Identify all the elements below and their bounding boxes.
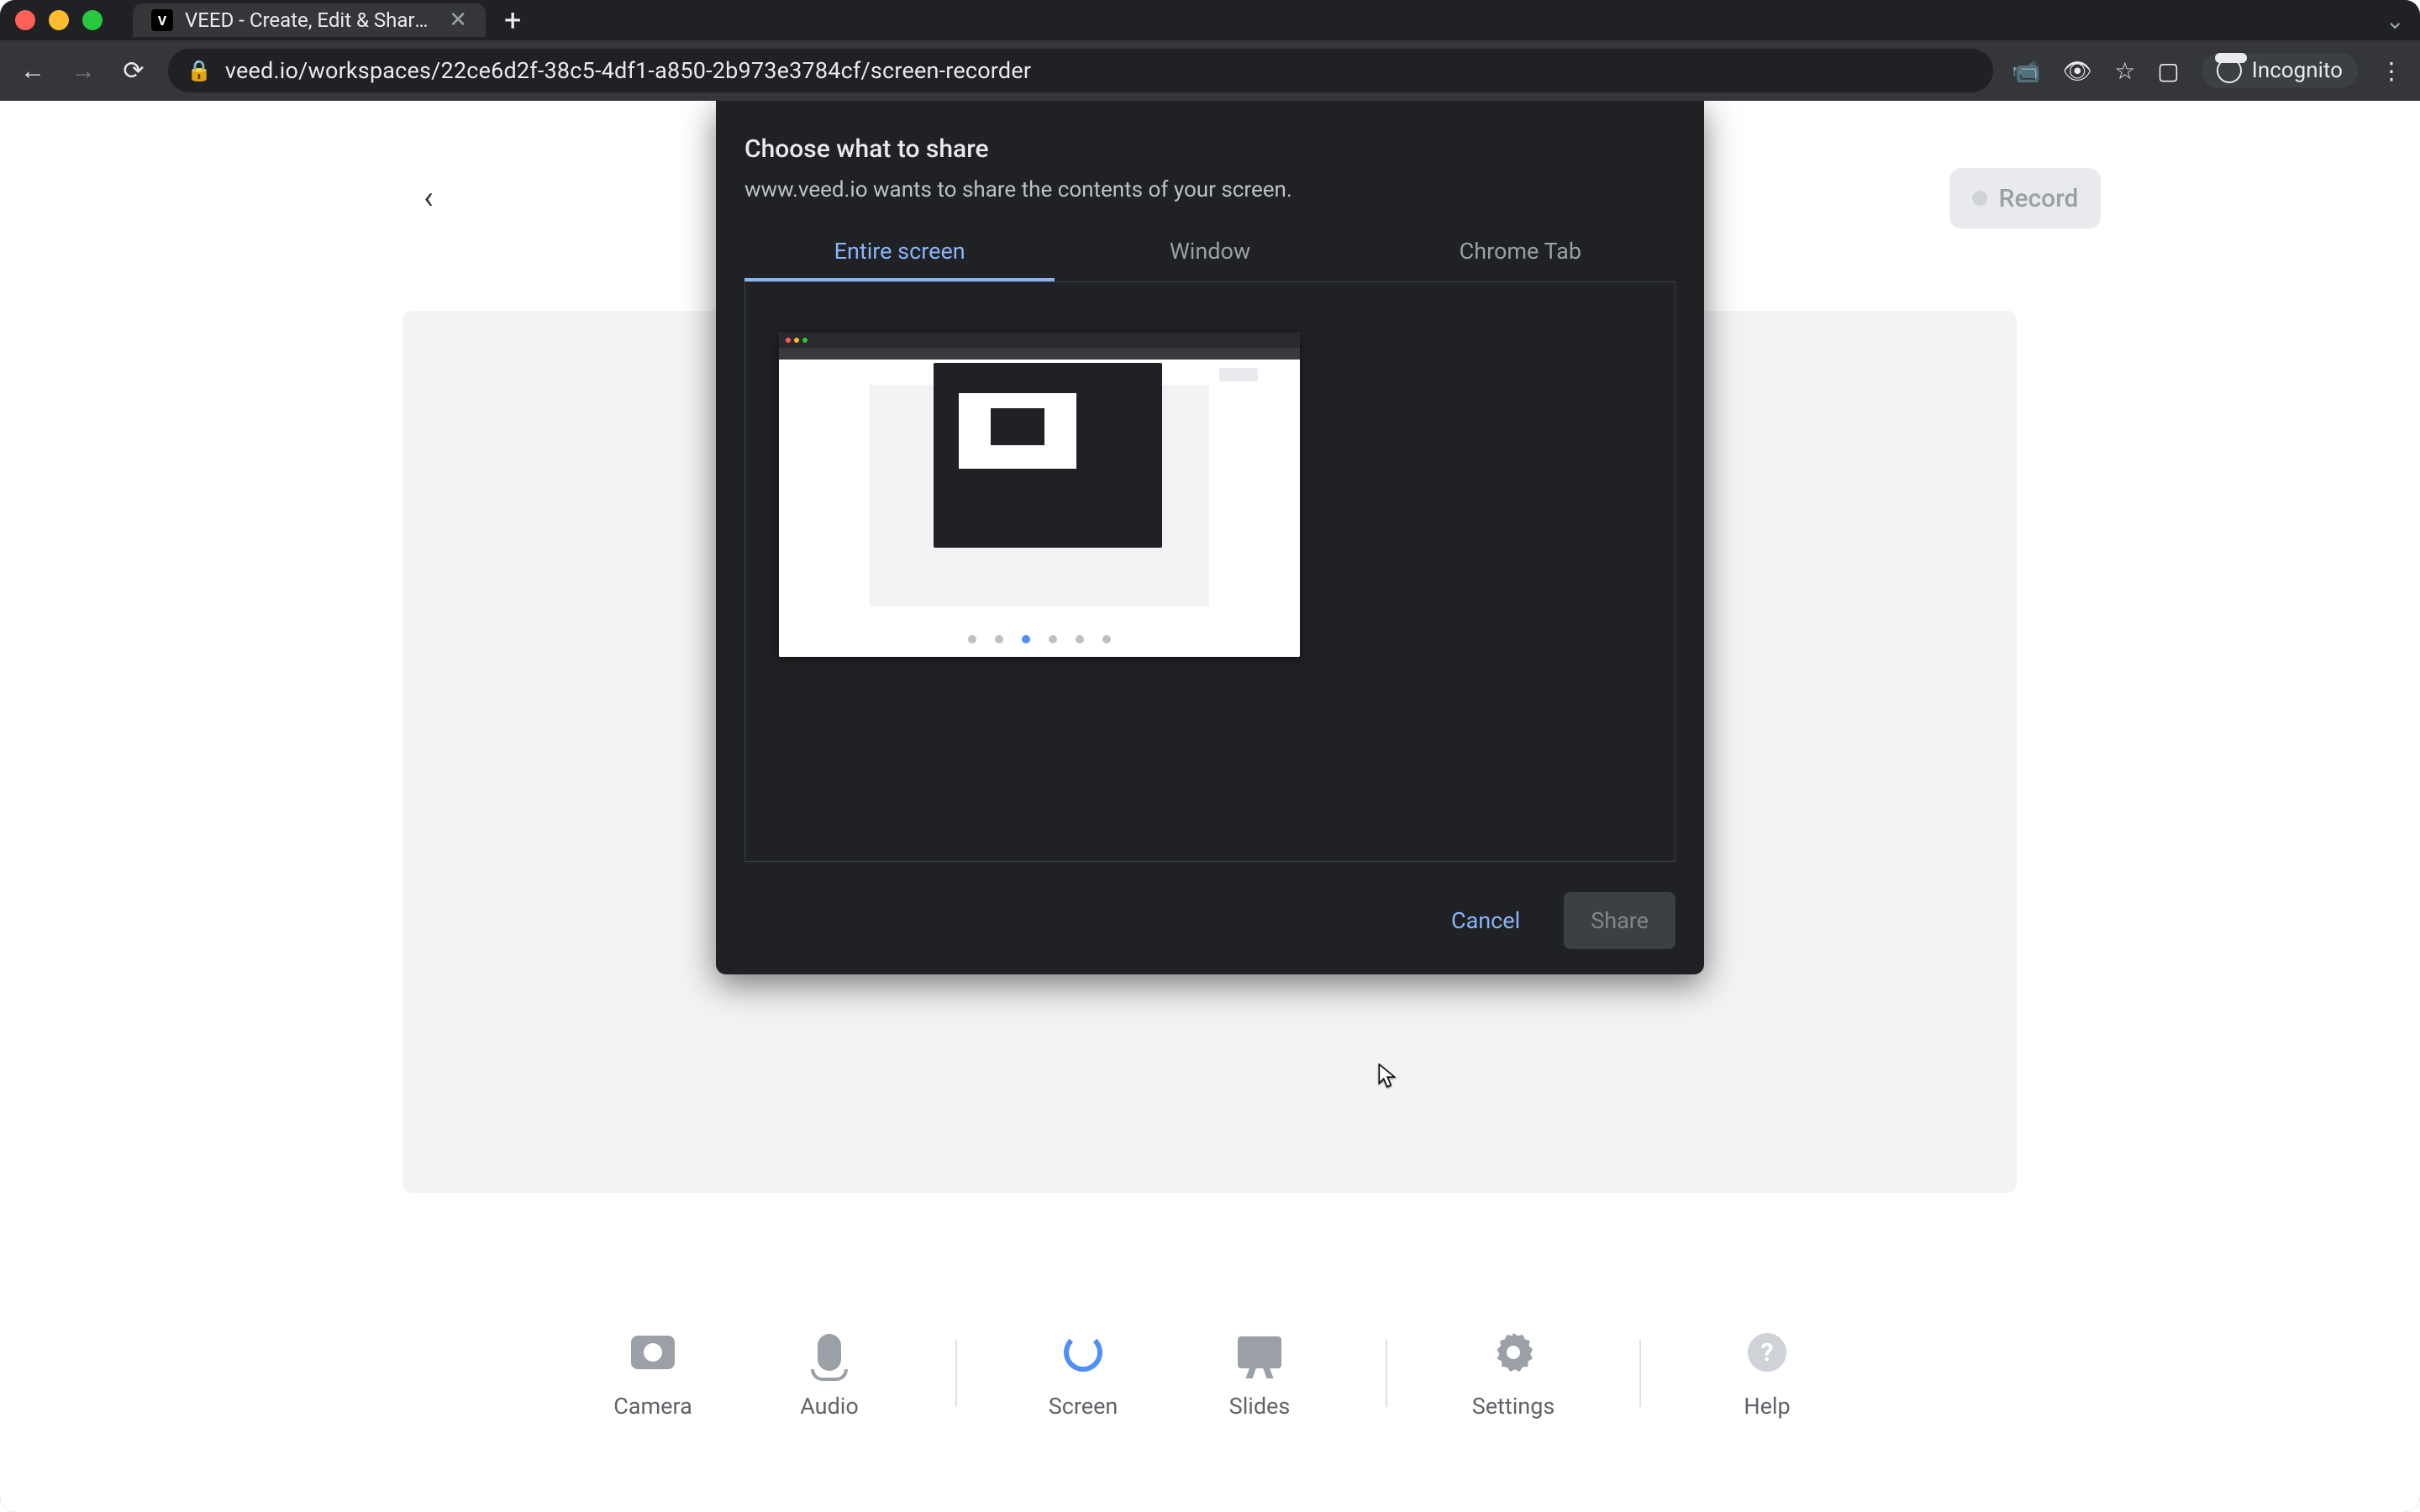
reload-button[interactable]: ⟳ — [118, 55, 150, 87]
record-button[interactable]: Record — [1949, 168, 2101, 228]
separator — [1639, 1340, 1641, 1407]
screen-loading-icon — [1064, 1333, 1102, 1372]
tabs-overflow-icon[interactable]: ⌄ — [2386, 7, 2405, 34]
close-tab-icon[interactable]: ✕ — [449, 8, 467, 33]
modal-subtitle: www.veed.io wants to share the contents … — [744, 177, 1676, 202]
audio-label: Audio — [800, 1393, 859, 1420]
tab-entire-screen[interactable]: Entire screen — [744, 224, 1055, 281]
window-controls — [15, 10, 103, 30]
settings-tool[interactable]: Settings — [1463, 1327, 1564, 1420]
record-dot-icon — [1972, 191, 1987, 206]
modal-title: Choose what to share — [744, 134, 1676, 164]
camera-icon — [631, 1336, 675, 1369]
screen-tool[interactable]: Screen — [1033, 1327, 1134, 1420]
omnibox[interactable]: 🔒 veed.io/workspaces/22ce6d2f-38c5-4df1-… — [168, 49, 1993, 92]
help-icon: ? — [1748, 1333, 1786, 1372]
slides-label: Slides — [1229, 1393, 1291, 1420]
tab-favicon: V — [151, 9, 173, 31]
panel-icon[interactable]: ▢ — [2157, 57, 2179, 85]
screen-preview-area — [744, 282, 1676, 862]
screen-thumbnail[interactable] — [779, 333, 1300, 657]
gear-icon — [1494, 1333, 1533, 1372]
slides-icon — [1238, 1336, 1281, 1368]
url-text: veed.io/workspaces/22ce6d2f-38c5-4df1-a8… — [225, 57, 1031, 84]
browser-tab[interactable]: V VEED - Create, Edit & Share Vi ✕ — [133, 3, 486, 37]
bottom-toolbar: Camera Audio Screen Slides — [0, 1327, 2420, 1420]
cancel-button[interactable]: Cancel — [1424, 892, 1547, 949]
app-back-button[interactable]: ‹ — [403, 173, 454, 223]
maximize-window-button[interactable] — [82, 10, 103, 30]
new-tab-button[interactable]: + — [504, 3, 521, 38]
slides-tool[interactable]: Slides — [1209, 1327, 1310, 1420]
audio-tool[interactable]: Audio — [779, 1327, 880, 1420]
tab-chrome-tab[interactable]: Chrome Tab — [1365, 224, 1676, 281]
share-screen-modal: Choose what to share www.veed.io wants t… — [716, 101, 1704, 974]
incognito-label: Incognito — [2252, 58, 2343, 83]
bookmark-star-icon[interactable]: ☆ — [2114, 57, 2135, 85]
microphone-icon — [818, 1334, 841, 1371]
tab-window[interactable]: Window — [1055, 224, 1365, 281]
toolbar-icons: 📹 👁 ☆ ▢ Incognito ⋮ — [2012, 53, 2403, 88]
record-label: Record — [1999, 184, 2079, 213]
share-button[interactable]: Share — [1564, 892, 1676, 949]
camera-tool[interactable]: Camera — [602, 1327, 703, 1420]
camera-label: Camera — [613, 1393, 692, 1420]
kebab-menu-icon[interactable]: ⋮ — [2380, 57, 2403, 85]
eye-off-icon[interactable]: 👁 — [2063, 57, 2093, 85]
close-window-button[interactable] — [15, 10, 35, 30]
camera-indicator-icon[interactable]: 📹 — [2012, 57, 2041, 85]
modal-actions: Cancel Share — [744, 892, 1676, 949]
settings-label: Settings — [1472, 1393, 1555, 1420]
help-label: Help — [1744, 1393, 1790, 1420]
browser-window: V VEED - Create, Edit & Share Vi ✕ + ⌄ ←… — [0, 0, 2420, 1512]
incognito-icon — [2217, 58, 2242, 83]
page-viewport: ‹ Record Camera Audio — [0, 101, 2420, 1512]
lock-icon: 🔒 — [187, 59, 212, 82]
forward-button[interactable]: → — [67, 55, 99, 87]
modal-tabs: Entire screen Window Chrome Tab — [744, 224, 1676, 282]
help-tool[interactable]: ? Help — [1717, 1327, 1818, 1420]
screen-label: Screen — [1049, 1393, 1118, 1420]
address-bar: ← → ⟳ 🔒 veed.io/workspaces/22ce6d2f-38c5… — [0, 40, 2420, 101]
incognito-badge[interactable]: Incognito — [2202, 53, 2358, 88]
back-button[interactable]: ← — [17, 55, 49, 87]
titlebar: V VEED - Create, Edit & Share Vi ✕ + ⌄ — [0, 0, 2420, 40]
tab-title: VEED - Create, Edit & Share Vi — [185, 8, 437, 32]
separator — [1386, 1340, 1387, 1407]
minimize-window-button[interactable] — [49, 10, 69, 30]
separator — [955, 1340, 957, 1407]
